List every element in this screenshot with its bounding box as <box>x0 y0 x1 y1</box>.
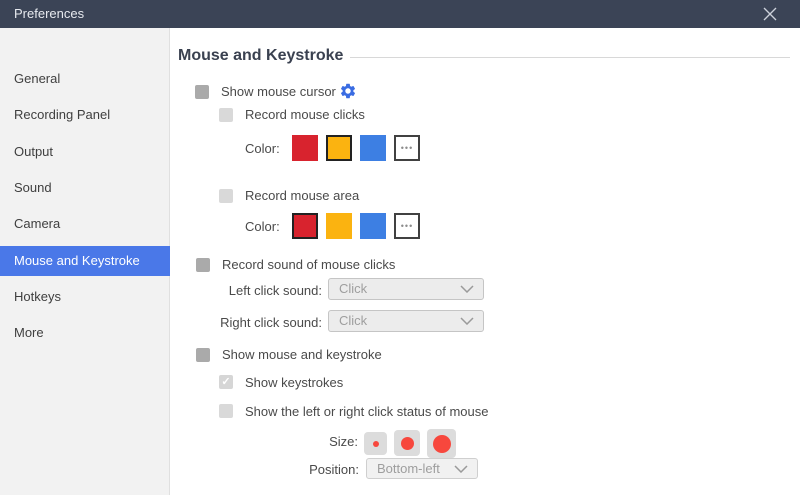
window-title: Preferences <box>14 6 85 21</box>
right-click-sound-value: Click <box>339 313 368 328</box>
gear-icon <box>340 83 356 99</box>
record-mouse-area-label: Record mouse area <box>245 188 360 203</box>
show-mouse-keystroke-checkbox[interactable] <box>196 348 210 362</box>
sidebar-item-sound[interactable]: Sound <box>0 173 170 203</box>
area-color-orange-swatch[interactable] <box>326 213 352 239</box>
heading-divider <box>350 57 790 58</box>
left-click-sound-value: Click <box>339 281 368 296</box>
mouse-cursor-settings-button[interactable] <box>339 82 357 100</box>
area-color-blue-swatch[interactable] <box>360 213 386 239</box>
show-mouse-keystroke-label: Show mouse and keystroke <box>222 347 382 362</box>
position-label: Position: <box>309 462 359 477</box>
sidebar-item-camera[interactable]: Camera <box>0 209 170 239</box>
area-color-red-swatch[interactable] <box>292 213 318 239</box>
size-medium-button[interactable] <box>394 430 420 456</box>
show-click-status-label: Show the left or right click status of m… <box>245 404 489 419</box>
chevron-down-icon <box>454 464 468 473</box>
click-color-more-button[interactable]: ••• <box>394 135 420 161</box>
sidebar-item-hotkeys[interactable]: Hotkeys <box>0 282 170 312</box>
click-color-red-swatch[interactable] <box>292 135 318 161</box>
size-label: Size: <box>329 434 358 449</box>
large-dot-icon <box>432 434 451 453</box>
record-sound-label: Record sound of mouse clicks <box>222 257 396 272</box>
medium-dot-icon <box>400 436 414 450</box>
right-click-sound-label: Right click sound: <box>220 315 322 330</box>
position-select[interactable]: Bottom-left <box>366 458 478 479</box>
record-mouse-clicks-checkbox[interactable] <box>219 108 233 122</box>
sidebar-item-mouse-and-keystroke[interactable]: Mouse and Keystroke <box>0 246 170 276</box>
position-value: Bottom-left <box>377 461 440 476</box>
titlebar: Preferences <box>0 0 800 28</box>
show-keystrokes-label: Show keystrokes <box>245 375 344 390</box>
sidebar-item-more[interactable]: More <box>0 318 170 348</box>
record-mouse-area-checkbox[interactable] <box>219 189 233 203</box>
record-mouse-clicks-label: Record mouse clicks <box>245 107 365 122</box>
show-click-status-checkbox[interactable] <box>219 404 233 418</box>
right-click-sound-select[interactable]: Click <box>328 310 484 332</box>
area-color-more-button[interactable]: ••• <box>394 213 420 239</box>
chevron-down-icon <box>460 317 474 325</box>
preferences-window: Preferences General Recording Panel Outp… <box>0 0 800 495</box>
show-keystrokes-checkbox[interactable]: ✓ <box>219 375 233 389</box>
show-mouse-cursor-checkbox[interactable] <box>195 85 209 99</box>
color-label-area: Color: <box>245 219 280 234</box>
left-click-sound-select[interactable]: Click <box>328 278 484 300</box>
close-button[interactable] <box>752 0 788 28</box>
size-large-button[interactable] <box>427 429 456 458</box>
record-sound-checkbox[interactable] <box>196 258 210 272</box>
color-label-clicks: Color: <box>245 141 280 156</box>
sidebar-item-output[interactable]: Output <box>0 137 170 167</box>
sidebar-item-general[interactable]: General <box>0 64 170 94</box>
close-icon <box>763 7 777 21</box>
show-mouse-cursor-label: Show mouse cursor <box>221 84 336 99</box>
left-click-sound-label: Left click sound: <box>228 283 322 298</box>
sidebar-item-recording-panel[interactable]: Recording Panel <box>0 100 170 130</box>
chevron-down-icon <box>460 285 474 293</box>
size-small-button[interactable] <box>364 432 387 455</box>
page-title: Mouse and Keystroke <box>178 47 344 64</box>
small-dot-icon <box>372 440 379 447</box>
sidebar: General Recording Panel Output Sound Cam… <box>0 28 170 495</box>
click-color-orange-swatch[interactable] <box>326 135 352 161</box>
click-color-blue-swatch[interactable] <box>360 135 386 161</box>
